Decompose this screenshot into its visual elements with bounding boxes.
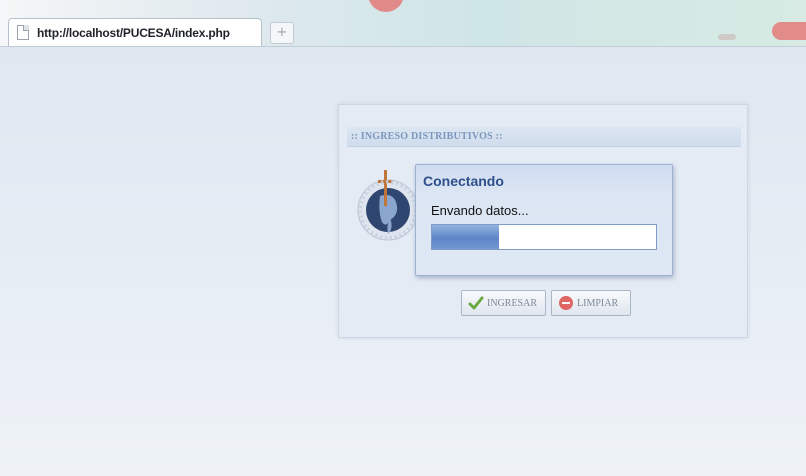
background-decoration — [368, 0, 404, 12]
progress-bar — [431, 224, 657, 250]
progress-fill — [432, 225, 500, 249]
background-decoration — [772, 22, 806, 40]
browser-tab-bar: http://localhost/PUCESA/index.php + — [0, 0, 806, 47]
limpiar-label: LIMPIAR — [577, 297, 619, 309]
browser-tab[interactable]: http://localhost/PUCESA/index.php — [8, 18, 262, 46]
tab-title: http://localhost/PUCESA/index.php — [37, 25, 230, 40]
background-decoration — [718, 34, 736, 40]
check-icon — [468, 295, 484, 311]
limpiar-button[interactable]: LIMPIAR — [551, 290, 631, 316]
university-logo — [356, 162, 419, 256]
clear-icon — [558, 295, 574, 311]
ingresar-label: INGRESAR — [487, 297, 538, 309]
dialog-message: Envando datos... — [431, 203, 529, 218]
panel-header: :: INGRESO DISTRIBUTIVOS :: — [347, 127, 741, 147]
page-icon — [17, 25, 29, 40]
ingresar-button[interactable]: INGRESAR — [461, 290, 546, 316]
dialog-title: Conectando — [423, 173, 504, 189]
new-tab-button[interactable]: + — [270, 22, 294, 44]
connecting-dialog: Conectando Envando datos... — [415, 164, 673, 276]
